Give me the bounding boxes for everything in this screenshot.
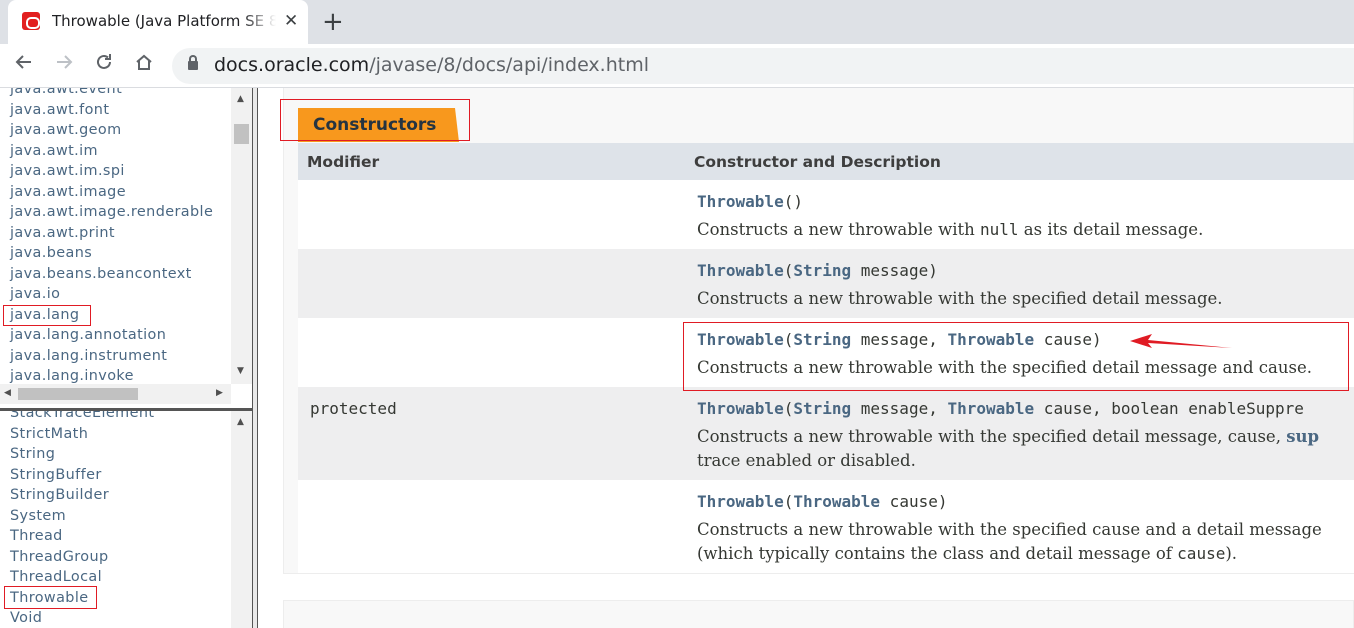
lock-icon[interactable] xyxy=(188,55,198,70)
column-header-description: Constructor and Description xyxy=(694,153,941,171)
class-link[interactable]: StrictMath xyxy=(0,424,230,445)
constructor-signature: Throwable(String message, Throwable caus… xyxy=(697,399,1304,418)
table-row: Throwable(Throwable cause) Constructs a … xyxy=(298,480,1354,573)
package-link[interactable]: java.beans xyxy=(0,243,230,264)
class-link[interactable]: StringBuffer xyxy=(0,465,230,486)
table-row: Throwable() Constructs a new throwable w… xyxy=(298,180,1354,249)
constructor-signature: Throwable() xyxy=(697,192,803,211)
class-link[interactable]: StringBuilder xyxy=(0,485,230,506)
new-tab-icon[interactable]: + xyxy=(322,7,344,37)
modifier: protected xyxy=(310,399,397,418)
constructor-description: Constructs a new throwable with null as … xyxy=(697,220,1204,239)
class-link[interactable]: System xyxy=(0,506,230,527)
highlight-box-java-lang xyxy=(3,305,91,326)
type-link[interactable]: Throwable xyxy=(947,399,1034,418)
highlight-box-caption xyxy=(280,99,470,141)
scroll-thumb[interactable] xyxy=(234,124,249,144)
scroll-left-icon[interactable]: ◀ xyxy=(4,388,11,398)
class-link[interactable]: ThreadLocal xyxy=(0,567,230,588)
table-header: Modifier Constructor and Description xyxy=(298,143,1354,180)
table-row: protected Throwable(String message, Thro… xyxy=(298,387,1354,480)
tab-strip: Throwable (Java Platform SE 8 ) ✕ + xyxy=(0,0,1354,44)
class-link[interactable]: Void xyxy=(0,608,230,628)
constructor-description: Constructs a new throwable with the spec… xyxy=(697,520,1322,563)
package-horizontal-scrollbar[interactable]: ◀ ▶ xyxy=(0,384,231,404)
package-link[interactable]: java.awt.im.spi xyxy=(0,161,230,182)
oracle-favicon-icon xyxy=(22,12,40,30)
scroll-down-icon[interactable]: ▼ xyxy=(237,366,244,376)
horizontal-scroll-thumb[interactable] xyxy=(18,388,138,400)
package-link[interactable]: java.lang.annotation xyxy=(0,325,230,346)
constructor-link[interactable]: Throwable xyxy=(697,492,784,511)
constructor-signature: Throwable(Throwable cause) xyxy=(697,492,948,511)
constructor-link[interactable]: Throwable xyxy=(697,261,784,280)
constructor-link[interactable]: Throwable xyxy=(697,192,784,211)
method-summary-section xyxy=(283,600,1354,628)
class-vertical-scrollbar[interactable]: ▲ xyxy=(231,411,252,628)
tab-title: Throwable (Java Platform SE 8 ) xyxy=(52,12,276,30)
suppression-link[interactable]: sup xyxy=(1286,427,1319,446)
class-link[interactable]: Thread xyxy=(0,526,230,547)
highlight-box-constructor xyxy=(683,322,1349,391)
package-link[interactable]: java.awt.im xyxy=(0,141,230,162)
class-link[interactable]: StackTraceElement xyxy=(0,411,230,424)
scroll-up-icon[interactable]: ▲ xyxy=(237,417,244,427)
package-link[interactable]: java.beans.beancontext xyxy=(0,264,230,285)
constructor-description: Constructs a new throwable with the spec… xyxy=(697,427,1320,470)
address-bar[interactable]: docs.oracle.com/javase/8/docs/api/index.… xyxy=(172,48,1354,84)
package-list-frame: java.awt.event java.awt.font java.awt.ge… xyxy=(0,88,252,404)
package-link[interactable]: java.awt.font xyxy=(0,100,230,121)
url-text[interactable]: docs.oracle.com/javase/8/docs/api/index.… xyxy=(214,54,649,76)
package-list: java.awt.event java.awt.font java.awt.ge… xyxy=(0,88,230,387)
package-link[interactable]: java.awt.image.renderable xyxy=(0,202,230,223)
browser-toolbar: docs.oracle.com/javase/8/docs/api/index.… xyxy=(0,44,1354,88)
scroll-right-icon[interactable]: ▶ xyxy=(216,388,223,398)
package-link[interactable]: java.io xyxy=(0,284,230,305)
package-link[interactable]: java.awt.geom xyxy=(0,120,230,141)
close-tab-icon[interactable]: ✕ xyxy=(284,11,298,31)
class-detail-frame: Constructors Modifier Constructor and De… xyxy=(258,88,1354,628)
scroll-up-icon[interactable]: ▲ xyxy=(237,94,244,104)
class-link[interactable]: String xyxy=(0,444,230,465)
class-link[interactable]: ThreadGroup xyxy=(0,547,230,568)
package-vertical-scrollbar[interactable]: ▲ ▼ xyxy=(231,88,252,384)
package-link[interactable]: java.lang.instrument xyxy=(0,346,230,367)
back-icon[interactable] xyxy=(14,52,34,77)
column-header-modifier: Modifier xyxy=(307,153,380,171)
constructor-link[interactable]: Throwable xyxy=(697,399,784,418)
type-link[interactable]: Throwable xyxy=(793,492,880,511)
type-link[interactable]: String xyxy=(793,261,851,280)
home-icon[interactable] xyxy=(134,52,154,77)
highlight-box-throwable xyxy=(4,586,97,609)
annotation-arrow-icon xyxy=(1130,334,1232,348)
type-link[interactable]: String xyxy=(793,399,851,418)
reload-icon[interactable] xyxy=(94,52,114,77)
class-list-frame: StackTraceElement StrictMath String Stri… xyxy=(0,411,252,628)
package-link[interactable]: java.awt.image xyxy=(0,182,230,203)
table-row: Throwable(String message) Constructs a n… xyxy=(298,249,1354,318)
forward-icon[interactable] xyxy=(54,52,74,77)
constructor-signature: Throwable(String message) xyxy=(697,261,938,280)
constructor-description: Constructs a new throwable with the spec… xyxy=(697,289,1223,308)
browser-tab[interactable]: Throwable (Java Platform SE 8 ) ✕ xyxy=(8,0,308,44)
left-frames: java.awt.event java.awt.font java.awt.ge… xyxy=(0,88,252,628)
package-link[interactable]: java.awt.print xyxy=(0,223,230,244)
package-link[interactable]: java.awt.event xyxy=(0,88,230,100)
